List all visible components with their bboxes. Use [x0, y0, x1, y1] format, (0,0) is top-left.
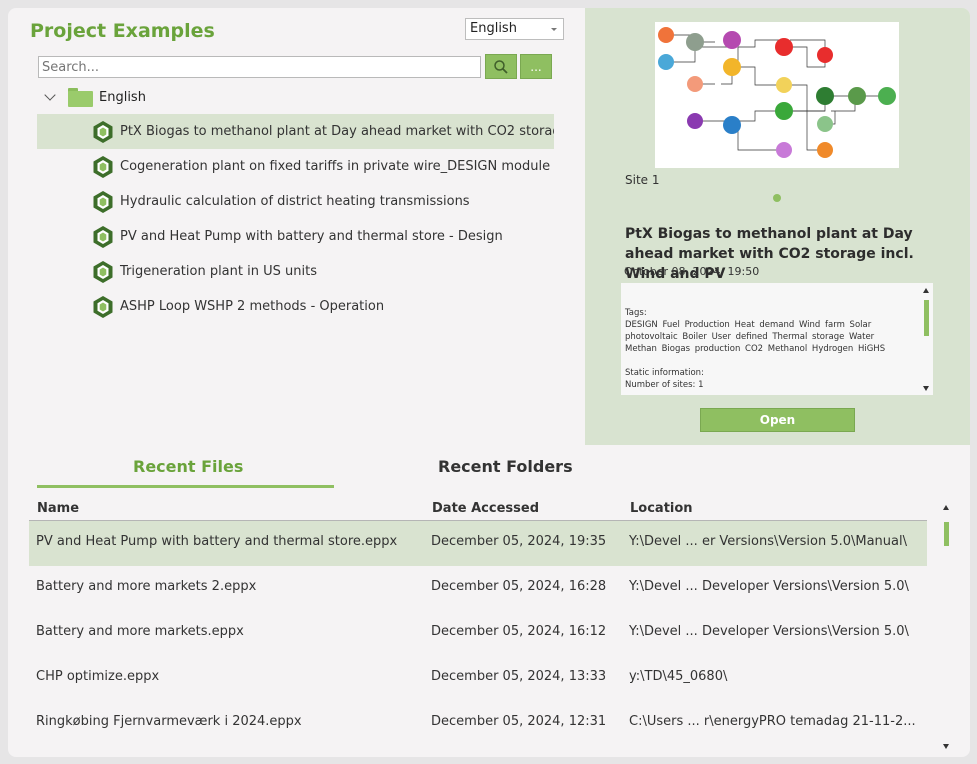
file-name: CHP optimize.eppx	[36, 669, 160, 684]
project-icon	[93, 295, 113, 318]
tree-root-english[interactable]: English	[42, 86, 146, 108]
example-item[interactable]: Hydraulic calculation of district heatin…	[37, 184, 554, 219]
example-item[interactable]: PV and Heat Pump with battery and therma…	[37, 219, 554, 254]
table-scrollbar[interactable]	[939, 501, 953, 757]
project-examples-title: Project Examples	[30, 20, 215, 42]
tab-recent-folders[interactable]: Recent Folders	[438, 457, 573, 476]
search-icon	[494, 59, 508, 74]
file-location: Y:\Devel ... Developer Versions\Version …	[629, 624, 909, 639]
file-name: Battery and more markets.eppx	[36, 624, 244, 639]
folder-icon	[68, 87, 93, 107]
project-icon	[93, 190, 113, 213]
recent-files-table: PV and Heat Pump with battery and therma…	[29, 521, 927, 746]
project-icon	[93, 120, 113, 143]
carousel-dot[interactable]	[773, 194, 781, 202]
example-item[interactable]: ASHP Loop WSHP 2 methods - Operation	[37, 289, 554, 324]
info-scrollbar[interactable]	[919, 283, 933, 395]
project-icon	[93, 155, 113, 178]
active-tab-indicator	[37, 485, 334, 488]
file-name: Battery and more markets 2.eppx	[36, 579, 257, 594]
chevron-down-icon[interactable]	[44, 89, 56, 101]
tags-heading: Tags:	[625, 308, 647, 318]
file-date: December 05, 2024, 13:33	[431, 669, 607, 684]
file-date: December 05, 2024, 16:12	[431, 624, 607, 639]
project-info-box[interactable]: Tags: DESIGN Fuel Production Heat demand…	[621, 283, 933, 395]
example-item[interactable]: PtX Biogas to methanol plant at Day ahea…	[37, 114, 554, 149]
file-location: y:\TD\45_0680\	[629, 669, 728, 684]
diagram-image	[658, 27, 896, 158]
file-location: C:\Users ... r\energyPRO temadag 21-11-2…	[629, 714, 916, 729]
scroll-down-icon[interactable]	[923, 386, 929, 391]
sites-count: Number of sites: 1	[625, 380, 704, 390]
search-input[interactable]	[38, 56, 481, 78]
tree-root-label: English	[99, 89, 146, 105]
scroll-thumb[interactable]	[924, 300, 929, 336]
file-date: December 05, 2024, 16:28	[431, 579, 607, 594]
preview-date: October 08, 2024, 19:50	[624, 265, 760, 278]
example-label: ASHP Loop WSHP 2 methods - Operation	[120, 299, 385, 314]
start-page: Project Examples English ... English PtX…	[8, 8, 970, 757]
scroll-up-icon[interactable]	[943, 505, 949, 510]
scroll-down-icon[interactable]	[943, 744, 949, 749]
file-name: PV and Heat Pump with battery and therma…	[36, 534, 398, 549]
file-name: Ringkøbing Fjernvarmeværk i 2024.eppx	[36, 714, 302, 729]
column-header-name[interactable]: Name	[37, 501, 79, 516]
project-diagram-thumbnail[interactable]	[655, 22, 899, 168]
example-label: Trigeneration plant in US units	[120, 264, 317, 279]
tab-recent-files[interactable]: Recent Files	[133, 457, 243, 476]
chevron-down-icon	[551, 28, 557, 31]
example-label: Hydraulic calculation of district heatin…	[120, 194, 470, 209]
table-row[interactable]: Battery and more markets.eppx December 0…	[29, 611, 927, 656]
example-label: PtX Biogas to methanol plant at Day ahea…	[120, 124, 554, 139]
scroll-up-icon[interactable]	[923, 288, 929, 293]
table-row[interactable]: PV and Heat Pump with battery and therma…	[29, 521, 927, 566]
tags-list: DESIGN Fuel Production Heat demand Wind …	[625, 320, 886, 354]
example-label: PV and Heat Pump with battery and therma…	[120, 229, 503, 244]
scroll-thumb[interactable]	[944, 522, 949, 546]
language-value: English	[470, 21, 517, 36]
language-select[interactable]: English	[465, 18, 564, 40]
table-row[interactable]: Ringkøbing Fjernvarmeværk i 2024.eppx De…	[29, 701, 927, 746]
table-row[interactable]: CHP optimize.eppx December 05, 2024, 13:…	[29, 656, 927, 701]
more-button[interactable]: ...	[520, 54, 552, 79]
example-item[interactable]: Trigeneration plant in US units	[37, 254, 554, 289]
table-row[interactable]: Battery and more markets 2.eppx December…	[29, 566, 927, 611]
open-button[interactable]: Open	[700, 408, 855, 432]
file-date: December 05, 2024, 19:35	[431, 534, 607, 549]
static-info-heading: Static information:	[625, 368, 704, 378]
examples-list: PtX Biogas to methanol plant at Day ahea…	[37, 114, 554, 324]
example-label: Cogeneration plant on fixed tariffs in p…	[120, 159, 551, 174]
project-icon	[93, 260, 113, 283]
column-header-location[interactable]: Location	[630, 501, 693, 516]
example-item[interactable]: Cogeneration plant on fixed tariffs in p…	[37, 149, 554, 184]
site-label: Site 1	[625, 173, 660, 187]
column-header-date[interactable]: Date Accessed	[432, 501, 539, 516]
search-button[interactable]	[485, 54, 517, 79]
file-location: Y:\Devel ... Developer Versions\Version …	[629, 579, 909, 594]
file-location: Y:\Devel ... er Versions\Version 5.0\Man…	[629, 534, 907, 549]
file-date: December 05, 2024, 12:31	[431, 714, 607, 729]
preview-panel: Site 1 PtX Biogas to methanol plant at D…	[585, 8, 970, 445]
project-icon	[93, 225, 113, 248]
